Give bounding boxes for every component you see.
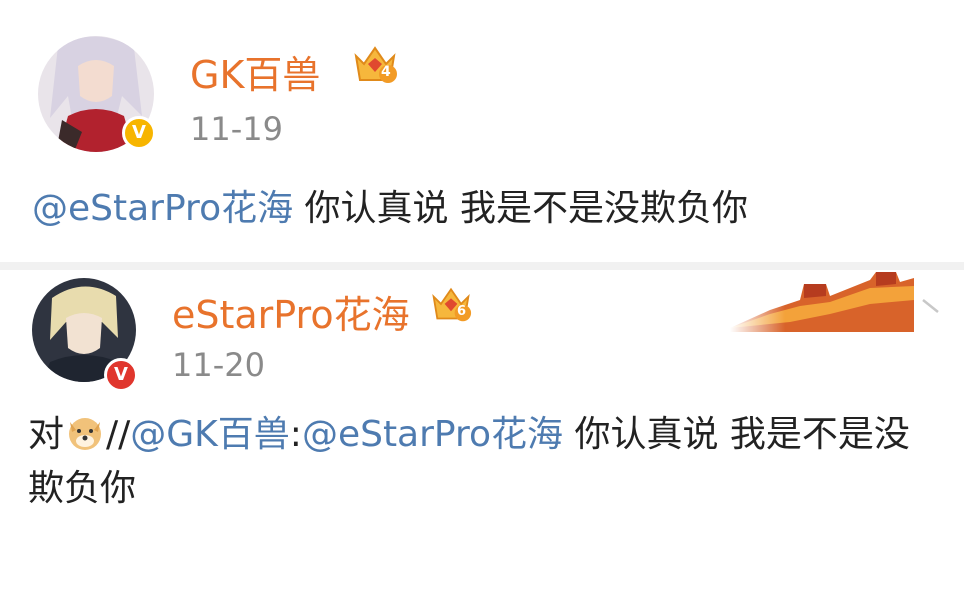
level-number: 4	[381, 64, 391, 80]
comment-post: V eStarPro花海 6 11-20 对 //@GK百兽:@eStarPro…	[0, 270, 964, 602]
comment-text: 对 //@GK百兽:@eStarPro花海 你认真说 我是不是没欺负你	[28, 408, 938, 516]
comment-body: 你认真说 我是不是没欺负你	[293, 188, 748, 229]
divider	[0, 262, 964, 270]
crown-icon: 4	[352, 40, 398, 86]
verified-icon: V	[122, 116, 156, 150]
mention-link[interactable]: @eStarPro花海	[302, 414, 563, 455]
mention-link[interactable]: @eStarPro花海	[32, 188, 293, 229]
avatar[interactable]: V	[32, 278, 138, 392]
repost-slashes: //	[106, 414, 131, 455]
great-wall-decoration	[730, 270, 914, 332]
chevron-down-icon[interactable]	[920, 290, 942, 323]
timestamp: 11-19	[190, 110, 283, 148]
level-number: 6	[457, 304, 467, 319]
username[interactable]: eStarPro花海	[172, 284, 410, 339]
doge-emoji	[66, 414, 104, 452]
colon: :	[289, 414, 302, 455]
username[interactable]: GK百兽	[190, 44, 320, 99]
verified-icon: V	[104, 358, 138, 392]
mention-link[interactable]: @GK百兽	[130, 414, 290, 455]
comment-post: V GK百兽 4 11-19 @eStarPro花海 你认真说 我是不是没欺负你	[0, 0, 964, 262]
comment-text: @eStarPro花海 你认真说 我是不是没欺负你	[32, 182, 932, 236]
crown-icon: 6	[430, 282, 472, 324]
avatar[interactable]: V	[38, 36, 156, 152]
timestamp: 11-20	[172, 346, 265, 384]
reply-prefix: 对	[28, 414, 65, 455]
